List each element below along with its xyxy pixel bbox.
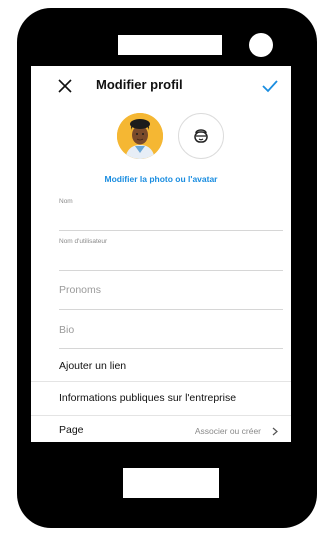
section-divider	[31, 381, 291, 382]
avatar-photo-image	[117, 113, 163, 159]
page-label: Page	[59, 424, 84, 436]
avatar[interactable]	[117, 113, 163, 159]
pronouns-field[interactable]: Pronoms	[59, 284, 101, 296]
business-info-row[interactable]: Informations publiques sur l'entreprise	[59, 392, 236, 404]
change-photo-link[interactable]: Modifier la photo ou l'avatar	[31, 174, 291, 184]
edit-profile-screen: Modifier profil Modifier la photo ou l'a…	[31, 66, 291, 442]
page-action-link[interactable]: Associer ou créer	[195, 426, 261, 436]
name-field[interactable]	[59, 212, 283, 226]
username-divider	[59, 270, 283, 271]
phone-speaker	[118, 35, 222, 55]
section-divider-2	[31, 415, 291, 416]
pronouns-divider	[59, 309, 283, 310]
avatar-face-icon	[194, 129, 208, 143]
username-field[interactable]	[59, 252, 283, 266]
close-icon[interactable]	[57, 78, 73, 94]
bio-divider	[59, 348, 283, 349]
header: Modifier profil	[31, 66, 291, 102]
page-row[interactable]: Page Associer ou créer	[31, 419, 291, 441]
check-icon[interactable]	[261, 78, 279, 94]
avatar-option[interactable]	[178, 113, 224, 159]
bio-field[interactable]: Bio	[59, 324, 74, 336]
page-title: Modifier profil	[96, 77, 183, 92]
username-label: Nom d'utilisateur	[59, 238, 108, 245]
chevron-right-icon	[272, 427, 278, 436]
add-link-button[interactable]: Ajouter un lien	[59, 360, 126, 372]
name-divider	[59, 230, 283, 231]
name-label: Nom	[59, 198, 73, 205]
home-button[interactable]	[123, 468, 219, 498]
phone-camera	[249, 33, 273, 57]
